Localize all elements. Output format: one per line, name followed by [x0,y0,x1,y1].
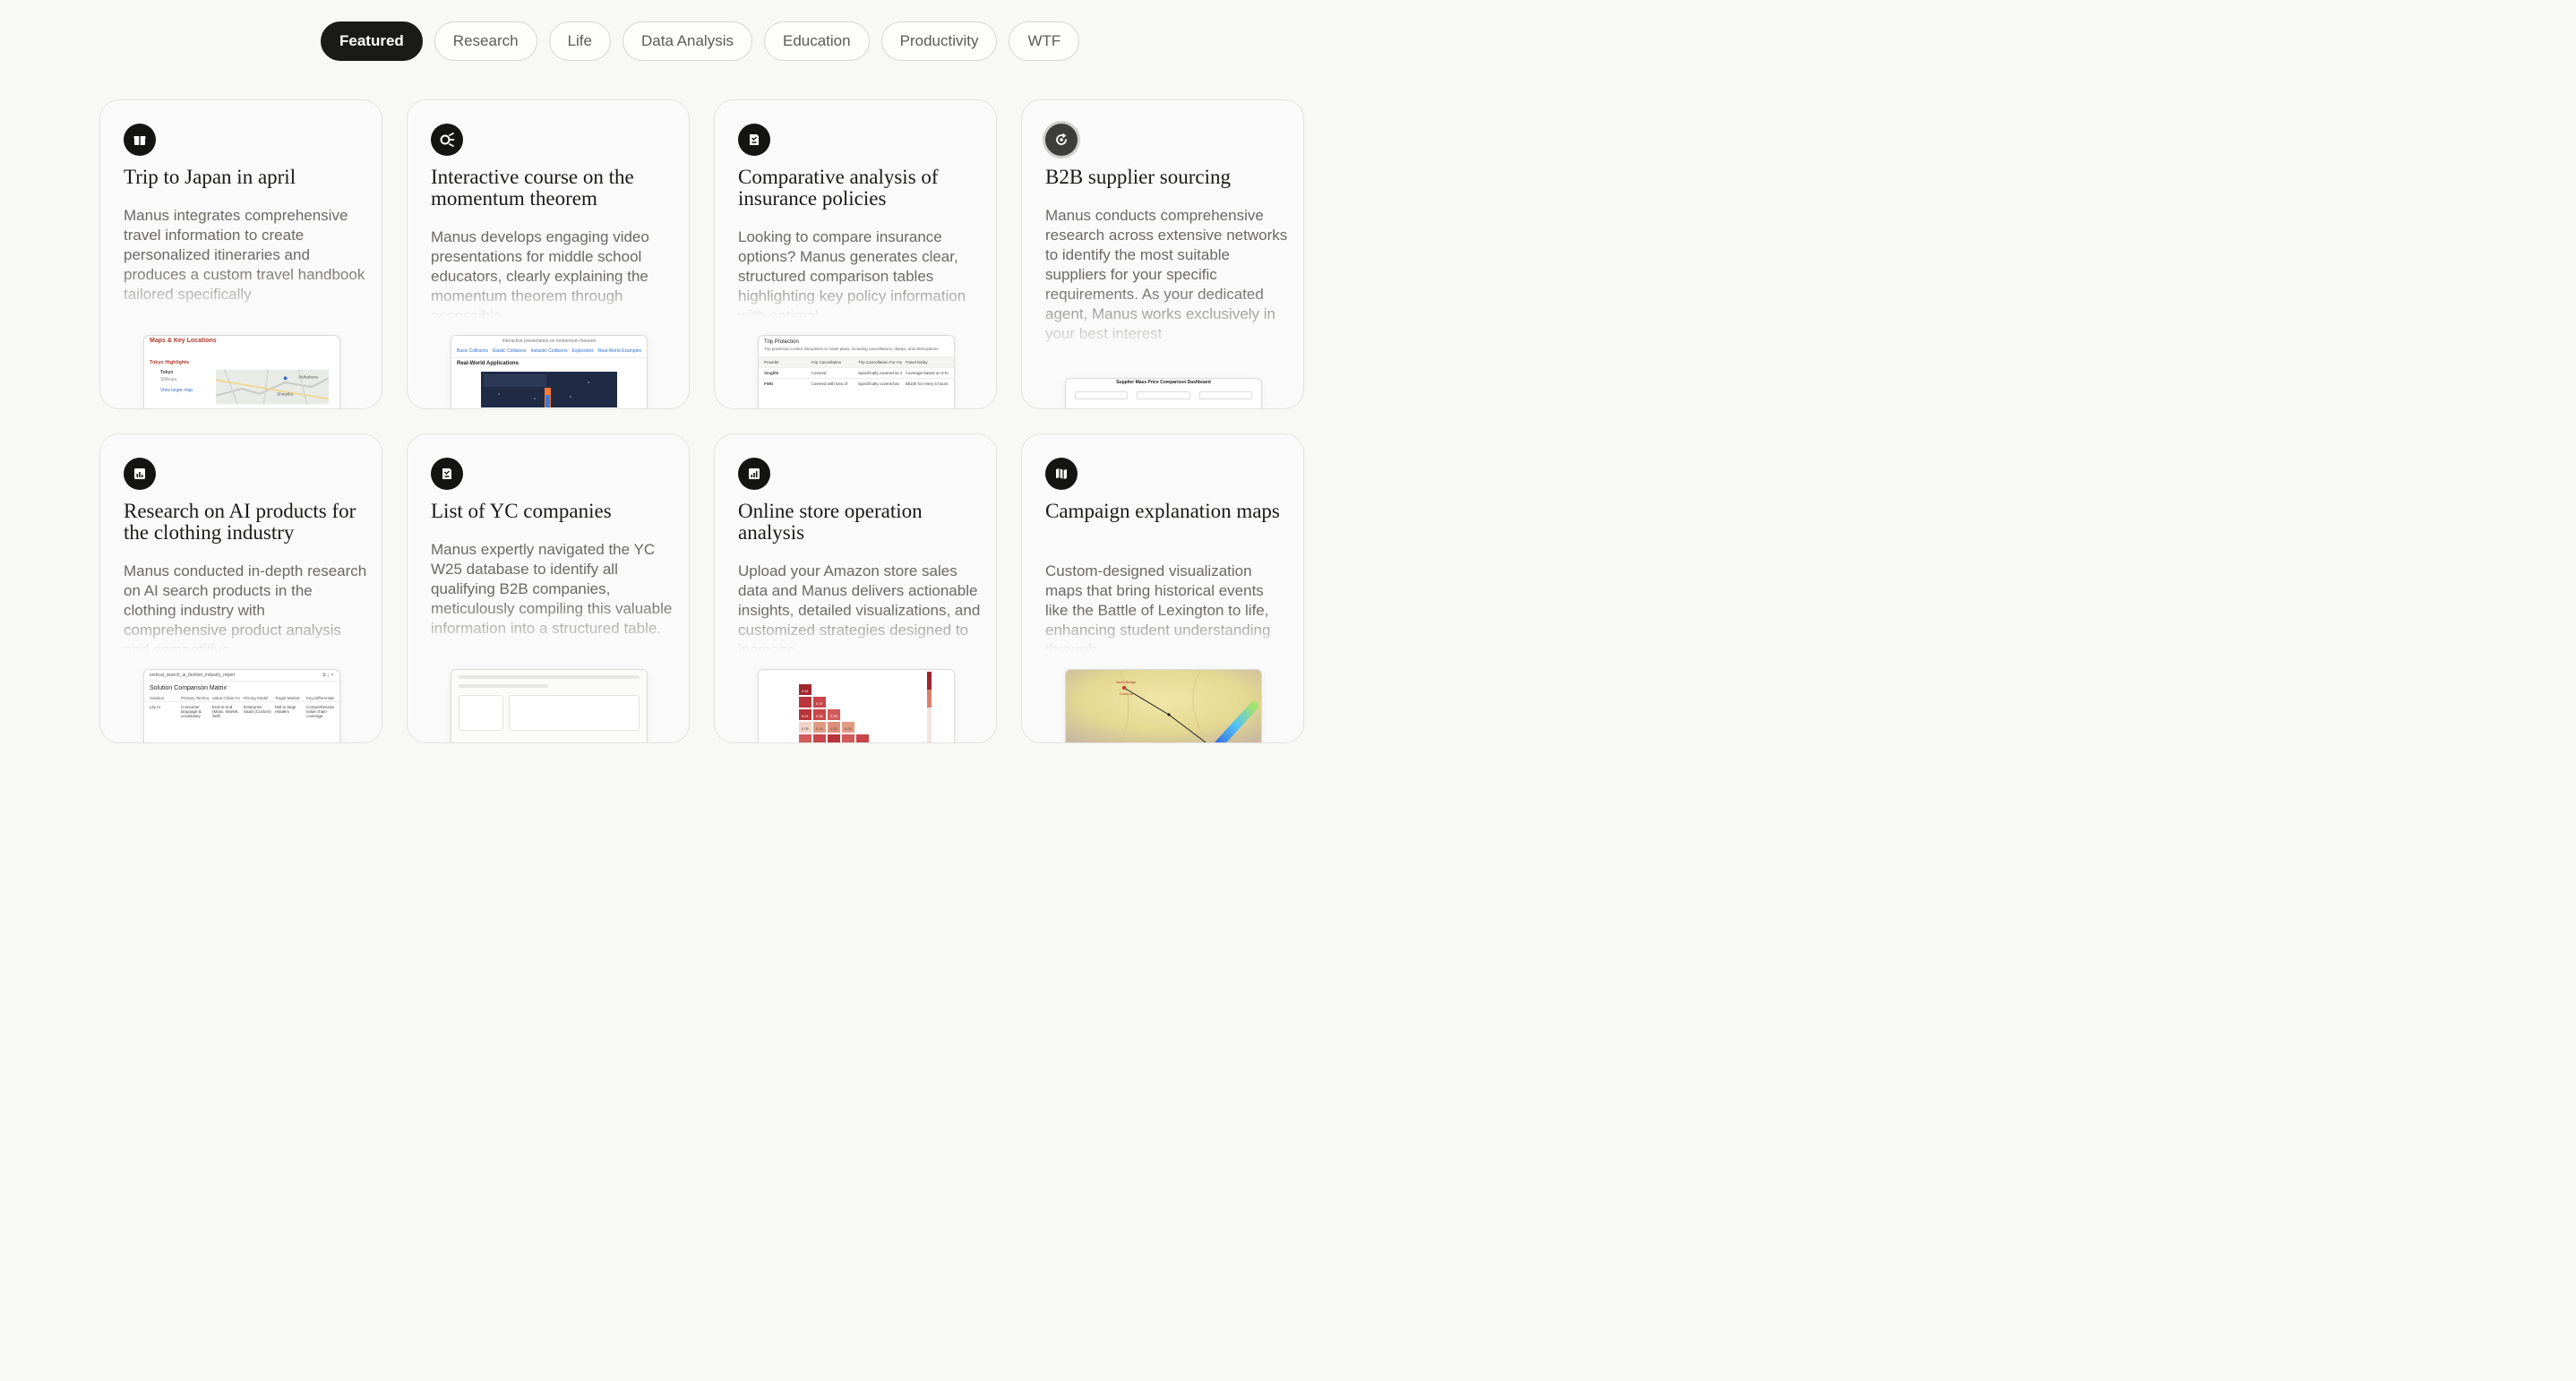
svg-text:0.81: 0.81 [802,689,810,693]
category-tabs: Featured Research Life Data Analysis Edu… [321,21,1080,61]
use-case-card[interactable]: Comparative analysis of insurance polici… [714,99,997,409]
map-icon [1045,458,1078,490]
battle-map-thumbnail: North Bridge Concord [1066,670,1261,742]
table-row: Provider Trip Cancellation Trip Cancella… [759,356,954,367]
tab-life[interactable]: Life [548,21,611,61]
use-case-card[interactable]: Trip to Japan in april Manus integrates … [99,99,382,409]
chart-icon [124,458,156,490]
card-description: Upload your Amazon store sales data and … [738,562,981,651]
gift-icon [124,124,156,156]
card-description: Custom-designed visualization maps that … [1045,562,1271,651]
use-case-card[interactable]: Research on AI products for the clothing… [99,433,382,743]
preview-heading: Maps & Key Locations [150,338,217,344]
card-title: Research on AI products for the clothing… [124,500,356,544]
preview-heading: vertical_search_ai_fashion_industry_repo… [150,673,236,678]
data-panel [509,695,640,731]
card-description: Manus integrates comprehensive travel in… [124,207,365,303]
tab-data-analysis[interactable]: Data Analysis [622,21,752,61]
use-case-card[interactable]: Campaign explanation maps Custom-designe… [1021,433,1304,743]
sparkle-icon [431,124,463,156]
table-row: Singlife Covered Specifically covered as… [759,367,954,378]
card-title: B2B supplier sourcing [1045,166,1231,188]
preview-subheading: Real-World Applications [457,361,519,366]
card-title: Trip to Japan in april [124,166,296,188]
use-case-card[interactable]: Online store operation analysis Upload y… [714,433,997,743]
tab-wtf[interactable]: WTF [1009,21,1080,61]
svg-text:0.32: 0.32 [830,726,838,731]
preview-heading: Supplier Mass Price Comparison Dashboard [1116,380,1211,385]
card-description: Looking to compare insurance options? Ma… [738,228,966,317]
document-icon [738,124,770,156]
map-thumbnail: Akihabara Shinjuku [215,369,329,405]
svg-text:0.56: 0.56 [830,714,838,718]
filter-controls [1066,386,1261,405]
card-preview-image [451,669,648,742]
svg-text:0.24: 0.24 [816,726,824,731]
card-preview-image: Supplier Mass Price Comparison Dashboard [1065,378,1262,408]
tab-education[interactable]: Education [763,21,870,61]
bar-chart-icon [738,458,770,490]
use-case-card[interactable]: List of YC companies Manus expertly navi… [407,433,690,743]
view-map-link: View larger map [160,388,193,393]
use-case-card[interactable]: Interactive course on the momentum theor… [407,99,690,409]
svg-text:Shinjuku: Shinjuku [277,392,294,398]
card-description: Manus conducted in-depth research on AI … [124,562,367,651]
tab-research[interactable]: Research [434,21,537,61]
use-case-card[interactable]: B2B supplier sourcing Manus conducts com… [1021,99,1304,409]
tab-featured[interactable]: Featured [321,21,423,61]
card-preview-image: North Bridge Concord [1065,669,1262,742]
preview-label: Tokyo [160,370,174,375]
card-description: Manus develops engaging video presentati… [431,228,649,317]
refresh-icon [1045,124,1078,156]
card-preview-image: Maps & Key Locations Tokyo Highlights To… [143,335,340,408]
card-title: Interactive course on the momentum theor… [431,166,634,210]
svg-text:0.24: 0.24 [845,726,853,731]
table-row: FWD Covered with loss of Specifically co… [759,378,954,389]
preview-heading: Trip Protection [764,339,799,345]
card-title: Comparative analysis of insurance polici… [738,166,939,210]
card-description: Manus expertly navigated the YC W25 data… [431,541,673,637]
preview-subheading: Solution Comparison Matrix [150,685,227,691]
card-preview-image: Trip Protection Trip protection covers d… [758,335,955,408]
preview-heading: Interactive presentation on momentum the… [502,339,597,344]
card-preview-image: 0.81 0.37 0.61 0.55 0.56 0.05 0.24 0.32 … [758,669,955,742]
preview-label: Shibuya [160,377,177,382]
svg-text:0.55: 0.55 [816,714,824,718]
svg-text:North Bridge: North Bridge [1116,680,1137,684]
table-row: Lily AI Consumer language & vocabulary E… [144,701,339,719]
tab-productivity[interactable]: Productivity [880,21,998,61]
svg-text:0.05: 0.05 [802,726,810,731]
document-icon [431,458,463,490]
window-controls-icon: ⧉ ⤓ ✕ [322,673,334,678]
card-title: Campaign explanation maps [1045,500,1280,522]
card-title: Online store operation analysis [738,500,923,544]
svg-text:0.37: 0.37 [816,701,824,706]
card-title: List of YC companies [431,500,612,522]
preview-subheading: Tokyo Highlights [150,360,190,365]
svg-text:Akihabara: Akihabara [298,374,318,380]
animation-thumbnail [481,372,617,407]
card-description: Manus conducts comprehensive research ac… [1045,207,1288,342]
card-preview-image: Interactive presentation on momentum the… [451,335,648,408]
svg-text:Concord: Concord [1120,691,1133,696]
heatmap-thumbnail: 0.81 0.37 0.61 0.55 0.56 0.05 0.24 0.32 … [759,670,954,742]
table-row: Solution Primary Technology Value Chain … [150,696,334,700]
file-panel [459,695,503,731]
card-preview-image: vertical_search_ai_fashion_industry_repo… [143,669,340,742]
svg-text:0.61: 0.61 [802,714,810,718]
svg-text:0.51: 0.51 [830,701,838,706]
preview-subheading: Trip protection covers disruptions to tr… [764,347,940,351]
